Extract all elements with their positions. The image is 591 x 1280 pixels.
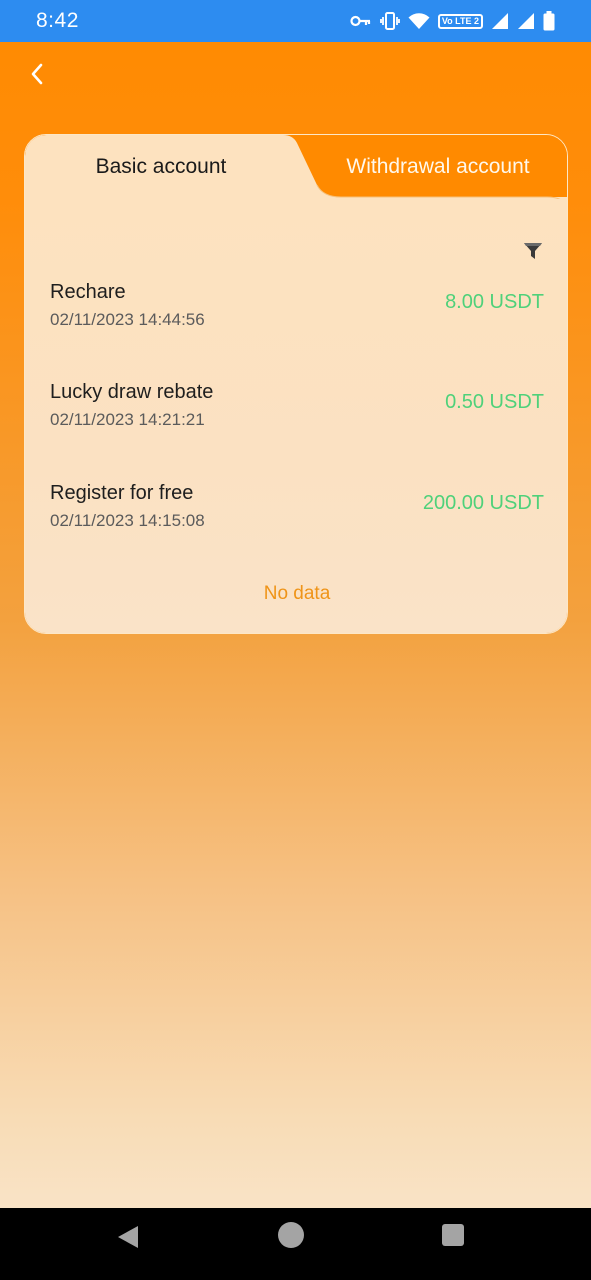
no-data-label: No data xyxy=(263,583,331,604)
list-item[interactable]: Register for free 02/11/2023 14:15:08 20… xyxy=(50,482,544,542)
nav-home-icon[interactable] xyxy=(278,1222,304,1248)
record-time: 02/11/2023 14:21:21 xyxy=(50,410,205,429)
account-card: Basic account Withdrawal account Rechare… xyxy=(24,134,568,634)
list-item[interactable]: Lucky draw rebate 02/11/2023 14:21:21 0.… xyxy=(50,381,544,441)
record-time: 02/11/2023 14:44:56 xyxy=(50,310,205,329)
nav-recents-icon[interactable] xyxy=(442,1224,464,1246)
record-amount: 200.00 USDT xyxy=(422,492,544,514)
nav-back-icon[interactable] xyxy=(116,1224,140,1255)
navigation-bar xyxy=(0,1208,591,1280)
wifi-icon xyxy=(408,12,430,30)
status-icons: Vo LTE 2 xyxy=(350,11,555,31)
list-item[interactable]: Rechare 02/11/2023 14:44:56 8.00 USDT xyxy=(50,281,544,341)
chevron-left-icon xyxy=(30,63,44,90)
battery-icon xyxy=(543,11,555,31)
record-title: Register for free xyxy=(50,482,194,504)
record-title: Rechare xyxy=(50,281,126,303)
vpn-key-icon xyxy=(350,14,372,28)
record-amount: 0.50 USDT xyxy=(445,391,544,413)
tab-withdrawal-account[interactable]: Withdrawal account xyxy=(307,135,567,199)
status-bar: 8:42 Vo LTE 2 xyxy=(0,0,591,42)
record-title: Lucky draw rebate xyxy=(50,381,214,403)
filter-funnel-icon[interactable] xyxy=(523,241,543,261)
tab-basic-account[interactable]: Basic account xyxy=(25,135,297,199)
volte-icon: Vo LTE 2 xyxy=(437,13,483,29)
record-amount: 8.00 USDT xyxy=(445,291,544,313)
signal-2-icon xyxy=(517,12,535,30)
vibrate-icon xyxy=(379,12,400,30)
back-button[interactable] xyxy=(22,58,52,94)
signal-1-icon xyxy=(491,12,509,30)
record-time: 02/11/2023 14:15:08 xyxy=(50,511,205,530)
records-panel: Rechare 02/11/2023 14:44:56 8.00 USDT Lu… xyxy=(25,199,567,633)
status-time: 8:42 xyxy=(36,9,79,32)
